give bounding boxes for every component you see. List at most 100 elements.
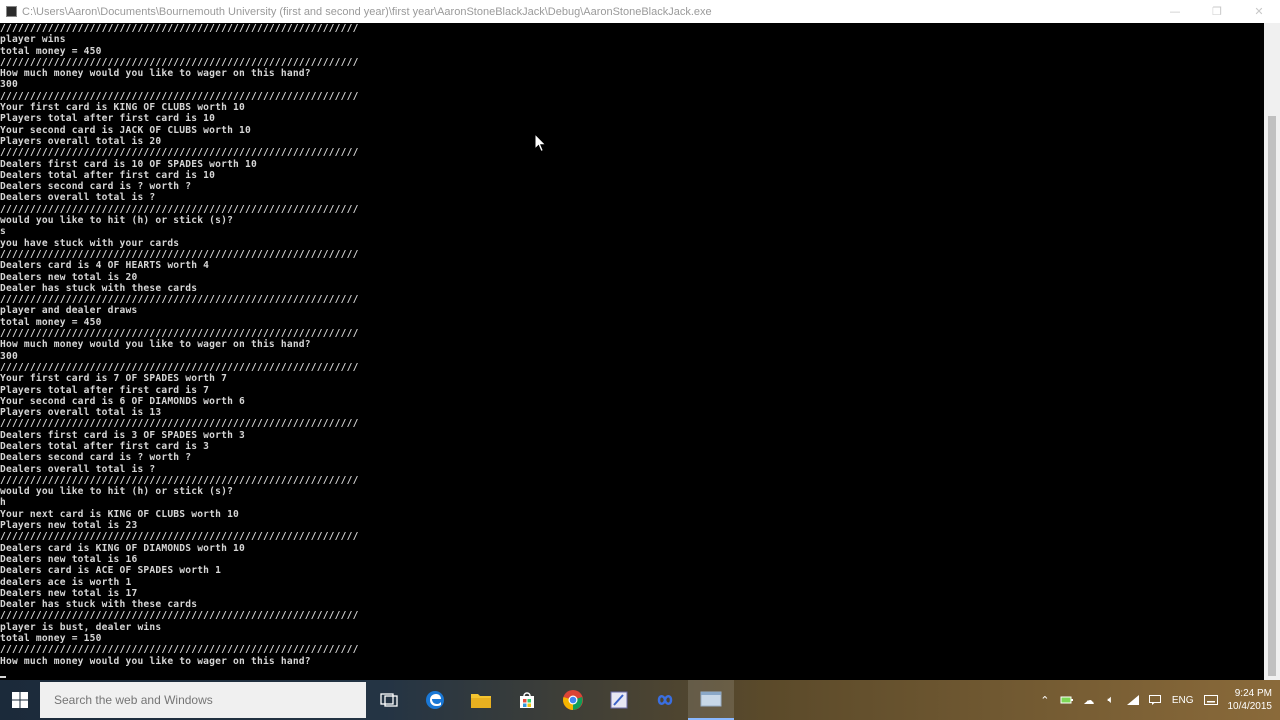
console-line: total money = 450 xyxy=(0,316,102,328)
console-line: ////////////////////////////////////////… xyxy=(0,418,359,430)
console-line: total money = 150 xyxy=(0,633,102,645)
console-line: ////////////////////////////////////////… xyxy=(0,248,359,260)
edge-browser-button[interactable] xyxy=(412,680,458,720)
close-button[interactable]: ✕ xyxy=(1238,0,1280,23)
console-line: Dealers total after first card is 3 xyxy=(0,440,210,452)
cloud-icon[interactable]: ☁ xyxy=(1078,680,1100,720)
console-line: Players total after first card is 7 xyxy=(0,384,210,396)
file-explorer-button[interactable] xyxy=(458,680,504,720)
console-line: How much money would you like to wager o… xyxy=(0,339,311,351)
paint-icon xyxy=(610,691,628,709)
taskbar-search-box[interactable] xyxy=(40,682,366,718)
battery-icon[interactable] xyxy=(1056,680,1078,720)
windows-logo-icon xyxy=(12,692,28,708)
console-line: Dealers first card is 3 OF SPADES worth … xyxy=(0,429,246,441)
console-window-button[interactable] xyxy=(688,680,734,720)
console-line: Your first card is KING OF CLUBS worth 1… xyxy=(0,102,246,114)
console-line: Players total after first card is 10 xyxy=(0,113,216,125)
language-indicator[interactable]: ENG xyxy=(1166,695,1200,706)
console-line: ////////////////////////////////////////… xyxy=(0,361,359,373)
maximize-button[interactable]: ❐ xyxy=(1196,0,1238,23)
infinity-icon xyxy=(657,695,673,705)
scrollbar-thumb[interactable] xyxy=(1268,116,1276,676)
console-line: player is bust, dealer wins xyxy=(0,621,162,633)
console-line: Your second card is JACK OF CLUBS worth … xyxy=(0,124,251,136)
task-view-button[interactable] xyxy=(366,680,412,720)
console-line: Your first card is 7 OF SPADES worth 7 xyxy=(0,373,228,385)
console-line: Players new total is 23 xyxy=(0,520,138,532)
system-clock[interactable]: 9:24 PM 10/4/2015 xyxy=(1222,687,1280,713)
console-line: Your second card is 6 OF DIAMONDS worth … xyxy=(0,395,246,407)
console-line: s xyxy=(0,226,6,238)
input-prompt-line[interactable] xyxy=(0,667,1264,679)
network-icon[interactable] xyxy=(1122,680,1144,720)
visual-studio-button[interactable] xyxy=(642,680,688,720)
clock-date: 10/4/2015 xyxy=(1227,701,1273,712)
console-line: ////////////////////////////////////////… xyxy=(0,23,359,34)
console-line: ////////////////////////////////////////… xyxy=(0,644,359,656)
console-line: ////////////////////////////////////////… xyxy=(0,474,359,486)
console-line: would you like to hit (h) or stick (s)? xyxy=(0,215,234,227)
console-lines: ////////////////////////////////////////… xyxy=(0,23,1264,667)
store-button[interactable] xyxy=(504,680,550,720)
action-center-icon[interactable] xyxy=(1144,680,1166,720)
keyboard-icon[interactable] xyxy=(1200,680,1222,720)
console-line: Dealers card is KING OF DIAMONDS worth 1… xyxy=(0,542,246,554)
volume-icon[interactable]: 🔈︎ xyxy=(1100,680,1122,720)
console-line: player wins xyxy=(0,34,66,46)
window-titlebar[interactable]: C:\Users\Aaron\Documents\Bournemouth Uni… xyxy=(0,0,1280,23)
console-line: Dealers card is 4 OF HEARTS worth 4 xyxy=(0,260,210,272)
vertical-scrollbar[interactable] xyxy=(1264,23,1280,680)
console-line: Dealers overall total is ? xyxy=(0,192,156,204)
window-controls: — ❐ ✕ xyxy=(1154,0,1280,23)
chevron-up-icon[interactable]: ⌃ xyxy=(1034,680,1056,720)
console-line: player and dealer draws xyxy=(0,305,138,317)
text-cursor xyxy=(0,676,6,679)
window-title: C:\Users\Aaron\Documents\Bournemouth Uni… xyxy=(22,5,712,18)
console-line: Dealers total after first card is 10 xyxy=(0,169,216,181)
console-line: would you like to hit (h) or stick (s)? xyxy=(0,486,234,498)
console-line: Dealers overall total is ? xyxy=(0,463,156,475)
console-line: Dealers card is ACE OF SPADES worth 1 xyxy=(0,565,222,577)
console-line: Dealers new total is 16 xyxy=(0,553,138,565)
console-line: you have stuck with your cards xyxy=(0,237,180,249)
edge-icon xyxy=(426,691,444,709)
console-window-icon xyxy=(700,691,722,707)
console-line: Dealers new total is 20 xyxy=(0,271,138,283)
console-line: ////////////////////////////////////////… xyxy=(0,294,359,306)
console-line: Dealer has stuck with these cards xyxy=(0,282,198,294)
console-line: ////////////////////////////////////////… xyxy=(0,147,359,159)
console-line: Dealers new total is 17 xyxy=(0,587,138,599)
minimize-button[interactable]: — xyxy=(1154,0,1196,23)
console-line: ////////////////////////////////////////… xyxy=(0,90,359,102)
paint-app-button[interactable] xyxy=(596,680,642,720)
console-line: Your next card is KING OF CLUBS worth 10 xyxy=(0,508,240,520)
console-line: dealers ace is worth 1 xyxy=(0,576,132,588)
console-app-icon xyxy=(6,6,17,17)
system-tray: ⌃ ☁ 🔈︎ ENG 9:24 PM 10/4/2015 xyxy=(1034,680,1280,720)
console-line: total money = 450 xyxy=(0,45,102,57)
search-input[interactable] xyxy=(52,692,356,708)
console-line: h xyxy=(0,497,6,509)
console-line: How much money would you like to wager o… xyxy=(0,68,311,80)
console-line: Dealers first card is 10 OF SPADES worth… xyxy=(0,158,257,170)
console-line: Dealer has stuck with these cards xyxy=(0,599,198,611)
console-line: ////////////////////////////////////////… xyxy=(0,328,359,340)
chrome-button[interactable] xyxy=(550,680,596,720)
console-line: How much money would you like to wager o… xyxy=(0,655,311,667)
clock-time: 9:24 PM xyxy=(1234,688,1272,699)
console-line: Dealers second card is ? worth ? xyxy=(0,452,192,464)
console-line: ////////////////////////////////////////… xyxy=(0,56,359,68)
console-line: 300 xyxy=(0,350,18,362)
store-bag-icon xyxy=(520,692,534,708)
chrome-icon xyxy=(563,690,583,710)
console-line: ////////////////////////////////////////… xyxy=(0,203,359,215)
mouse-pointer-icon xyxy=(534,133,547,153)
console-output[interactable]: ////////////////////////////////////////… xyxy=(0,23,1264,680)
taskbar: ⌃ ☁ 🔈︎ ENG 9:24 PM 10/4/2015 xyxy=(0,680,1280,720)
folder-icon xyxy=(471,694,491,708)
console-line: ////////////////////////////////////////… xyxy=(0,531,359,543)
console-line: 300 xyxy=(0,79,18,91)
start-button[interactable] xyxy=(0,680,40,720)
console-line: ////////////////////////////////////////… xyxy=(0,610,359,622)
